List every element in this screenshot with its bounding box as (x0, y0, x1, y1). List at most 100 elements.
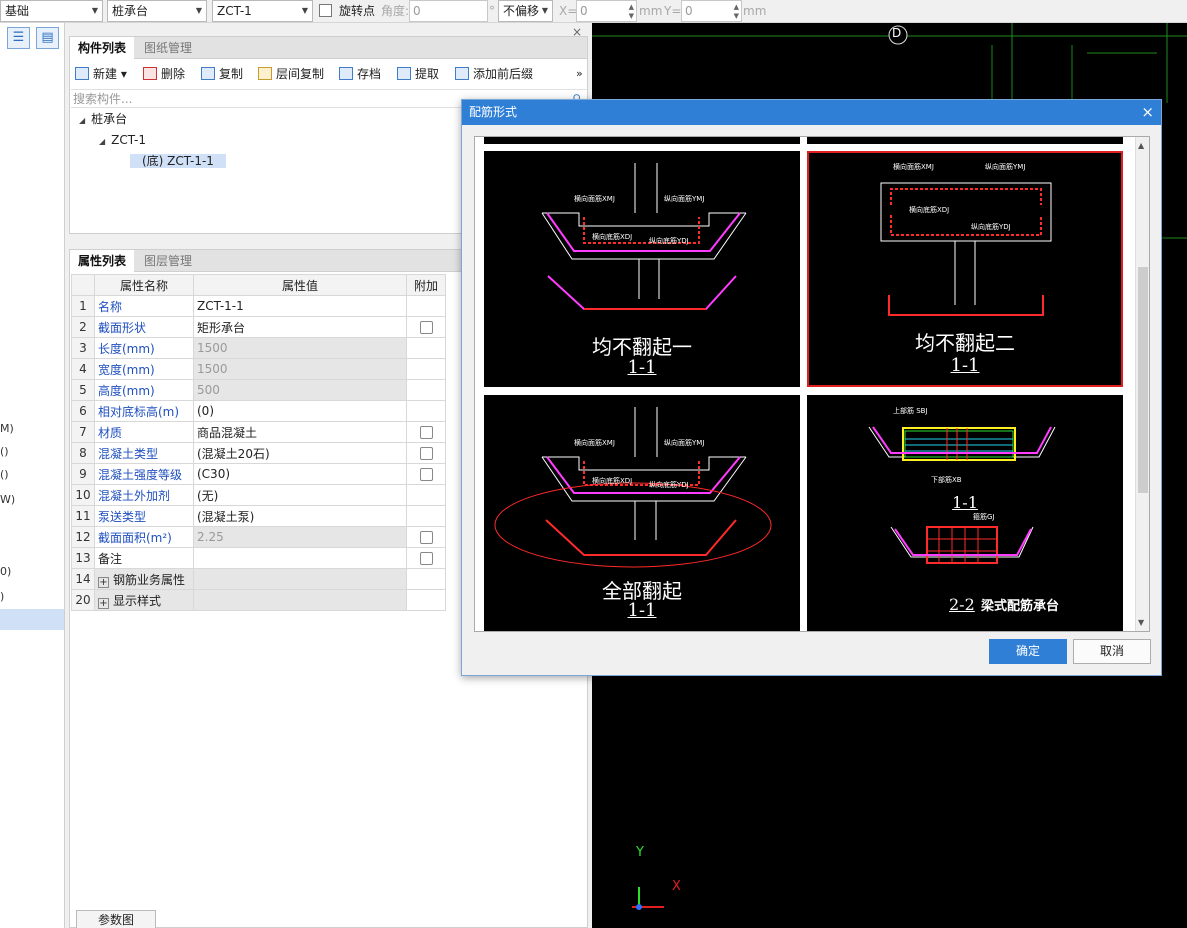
tab-component-list[interactable]: 构件列表 (70, 37, 135, 59)
extra-checkbox[interactable] (419, 426, 433, 439)
ok-button[interactable]: 确定 (989, 639, 1067, 664)
table-row[interactable]: 20 + 显示样式 (71, 589, 446, 611)
parameter-diagram-tab[interactable]: 参数图 (76, 910, 156, 928)
copy-button[interactable]: 复制 (201, 63, 243, 85)
floor-copy-button[interactable]: 层间复制 (258, 63, 324, 85)
tab-drawing-management[interactable]: 图纸管理 (136, 37, 200, 59)
category-select[interactable]: 基础 ▼ (0, 0, 103, 22)
x-offset-input[interactable]: 0 ▲ ▼ (576, 0, 637, 22)
expand-plus-icon[interactable]: + (98, 576, 109, 588)
nav-item-fragment[interactable]: W) (0, 493, 15, 506)
table-row[interactable]: 12 截面面积(m²) 2.25 (71, 526, 446, 548)
extra-checkbox[interactable] (419, 552, 433, 565)
property-value[interactable] (193, 547, 407, 569)
extract-label: 提取 (415, 67, 440, 81)
table-row[interactable]: 13 备注 (71, 547, 446, 569)
column-header-extra: 附加 (406, 274, 446, 296)
close-icon[interactable]: × (1141, 100, 1154, 125)
tab-layer-management[interactable]: 图层管理 (136, 250, 200, 272)
nav-item-fragment[interactable]: M) (0, 422, 14, 435)
option-title: 均不翻起二 (915, 331, 1015, 355)
scroll-up-icon[interactable]: ▲ (1138, 141, 1144, 150)
tree-node-leaf[interactable]: (底) ZCT-1-1 (130, 151, 226, 171)
option-all-bend[interactable]: 横向面筋XMJ 纵向面筋YMJ 横向底筋XDJ 纵向底筋YDJ 全部翻起 1-1 (484, 395, 800, 631)
spin-down-icon[interactable]: ▼ (629, 12, 634, 20)
tree-node-child[interactable]: ◢ ZCT-1 (99, 130, 146, 152)
nav-item-fragment[interactable]: () (0, 445, 9, 458)
property-group[interactable]: + 钢筋业务属性 (94, 568, 194, 590)
rotate-point-checkbox[interactable] (319, 4, 332, 17)
row-number: 12 (71, 526, 95, 548)
table-row[interactable]: 7 材质 商品混凝土 (71, 421, 446, 443)
table-row[interactable]: 4 宽度(mm) 1500 (71, 358, 446, 380)
x-value: 0 (580, 4, 588, 18)
expand-plus-icon[interactable]: + (98, 597, 109, 609)
detail-view-icon[interactable]: ▤ (36, 27, 59, 49)
nav-item-fragment[interactable]: () (0, 468, 9, 481)
delete-button[interactable]: 删除 (143, 63, 185, 85)
table-row[interactable]: 10 混凝土外加剂 (无) (71, 484, 446, 506)
tab-property-list[interactable]: 属性列表 (70, 250, 135, 272)
more-icon[interactable]: » (576, 63, 583, 85)
table-row[interactable]: 8 混凝土类型 (混凝土20石) (71, 442, 446, 464)
table-row[interactable]: 2 截面形状 矩形承台 (71, 316, 446, 338)
property-group[interactable]: + 显示样式 (94, 589, 194, 611)
tree-node-root[interactable]: ◢ 桩承台 (79, 109, 127, 131)
option-title: 梁式配筋承台 (981, 599, 1060, 614)
property-extra (406, 568, 446, 590)
y-offset-input[interactable]: 0 ▲ ▼ (681, 0, 742, 22)
y-label: Y= (664, 4, 682, 18)
table-row[interactable]: 14 + 钢筋业务属性 (71, 568, 446, 590)
property-value[interactable]: (混凝土泵) (193, 505, 407, 527)
cancel-button[interactable]: 取消 (1073, 639, 1151, 664)
spin-up-icon[interactable]: ▲ (629, 3, 634, 11)
y-value: 0 (685, 4, 693, 18)
tree-expand-icon[interactable]: ◢ (79, 116, 85, 125)
property-value[interactable]: 矩形承台 (193, 316, 407, 338)
archive-label: 存档 (357, 67, 382, 81)
property-value[interactable]: ZCT-1-1 (193, 295, 407, 317)
scroll-thumb[interactable] (1138, 267, 1148, 493)
search-placeholder: 搜索构件... (73, 92, 133, 106)
table-row[interactable]: 3 长度(mm) 1500 (71, 337, 446, 359)
table-row[interactable]: 6 相对底标高(m) (0) (71, 400, 446, 422)
x-label: X= (559, 4, 578, 18)
offset-select[interactable]: 不偏移 ▼ (498, 0, 553, 22)
table-row[interactable]: 9 混凝土强度等级 (C30) (71, 463, 446, 485)
scroll-down-icon[interactable]: ▼ (1138, 618, 1144, 627)
nav-item-fragment[interactable]: ) (0, 590, 4, 603)
vertical-scrollbar[interactable]: ▲ ▼ (1135, 137, 1149, 631)
archive-button[interactable]: 存档 (339, 63, 381, 85)
option-no-bend-2[interactable]: 横向面筋XMJ 纵向面筋YMJ 横向底筋XDJ 纵向底筋YDJ 均不翻起二 1-… (807, 151, 1123, 387)
extract-button[interactable]: 提取 (397, 63, 439, 85)
table-row[interactable]: 1 名称 ZCT-1-1 (71, 295, 446, 317)
row-number: 5 (71, 379, 95, 401)
subtype-select[interactable]: 桩承台 ▼ (107, 0, 207, 22)
row-number: 8 (71, 442, 95, 464)
option-no-bend-1[interactable]: 横向面筋XMJ 纵向面筋YMJ 横向底筋XDJ 纵向底筋YDJ 均不翻起一 1-… (484, 151, 800, 387)
list-view-icon[interactable]: ☰ (7, 27, 30, 49)
extra-checkbox[interactable] (419, 321, 433, 334)
component-tabs: 构件列表 图纸管理 (70, 37, 587, 59)
add-prefix-suffix-button[interactable]: 添加前后缀 (455, 63, 533, 85)
property-value[interactable]: (无) (193, 484, 407, 506)
table-row[interactable]: 11 泵送类型 (混凝土泵) (71, 505, 446, 527)
property-value[interactable]: (混凝土20石) (193, 442, 407, 464)
property-value[interactable]: (0) (193, 400, 407, 422)
row-number-header (71, 274, 95, 296)
spin-down-icon[interactable]: ▼ (734, 12, 739, 20)
property-value[interactable]: (C30) (193, 463, 407, 485)
spin-up-icon[interactable]: ▲ (734, 3, 739, 11)
new-button[interactable]: 新建 ▾ (75, 63, 127, 85)
extra-checkbox[interactable] (419, 468, 433, 481)
extra-checkbox[interactable] (419, 447, 433, 460)
property-value[interactable]: 商品混凝土 (193, 421, 407, 443)
nav-item-fragment[interactable]: 0) (0, 565, 11, 578)
angle-input[interactable]: 0 (409, 0, 488, 22)
component-select[interactable]: ZCT-1 ▼ (212, 0, 313, 22)
tree-expand-icon[interactable]: ◢ (99, 137, 105, 146)
table-row[interactable]: 5 高度(mm) 500 (71, 379, 446, 401)
option-beam-style[interactable]: 上部筋 SBJ 下部筋XB 箍筋GJ 1-1 2-2 梁式配筋承台 (807, 395, 1123, 631)
extra-checkbox[interactable] (419, 531, 433, 544)
nav-item-selected[interactable] (0, 609, 64, 630)
